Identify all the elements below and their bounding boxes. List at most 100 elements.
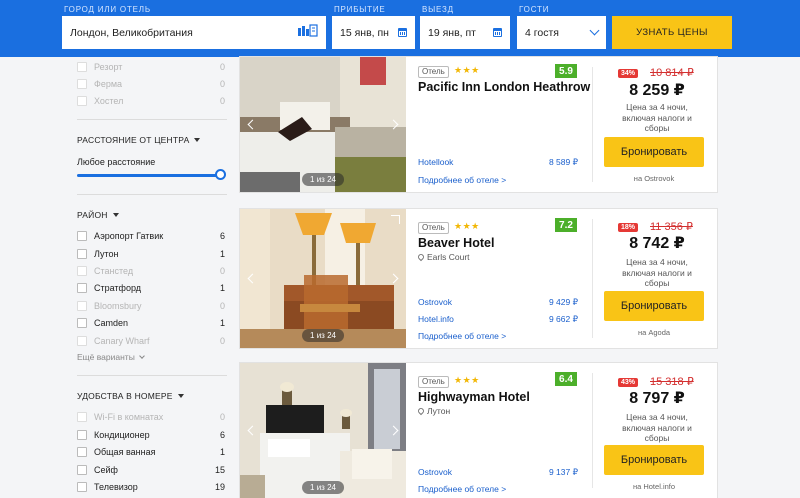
checkbox[interactable]	[77, 412, 87, 422]
property-type-badge: Отель	[418, 66, 449, 78]
map-icon[interactable]	[298, 24, 318, 41]
filter-count: 0	[219, 301, 225, 311]
provider-name: Ostrovok	[418, 467, 453, 477]
hotel-name[interactable]: Highwayman Hotel	[418, 390, 530, 404]
discount-badge: 43%	[618, 378, 639, 387]
filter-count: 1	[219, 283, 225, 293]
filter-safe[interactable]: Сейф 15	[77, 462, 225, 478]
distance-slider-handle[interactable]	[215, 169, 226, 180]
filter-count: 19	[214, 482, 225, 492]
hotel-location: Лутон	[416, 406, 450, 416]
hotel-photo[interactable]: 1 из 24	[240, 363, 406, 498]
checkin-field[interactable]: 15 янв, пн	[332, 16, 415, 49]
rating-score-badge: 5.9	[555, 64, 577, 78]
filter-count: 0	[219, 412, 225, 422]
filter-label: Сейф	[94, 465, 118, 475]
distance-slider-track[interactable]	[77, 174, 219, 177]
filter-tv[interactable]: Телевизор 19	[77, 479, 225, 495]
destination-label: ГОРОД ИЛИ ОТЕЛЬ	[64, 5, 151, 14]
filter-hostel[interactable]: Хостел 0	[77, 93, 225, 109]
book-button[interactable]: Бронировать	[604, 291, 704, 321]
photo-counter: 1 из 24	[302, 329, 344, 342]
book-button[interactable]: Бронировать	[604, 137, 704, 167]
hotel-card[interactable]: 1 из 24 Отель ★★★ 5.9 Pacific Inn London…	[239, 56, 718, 193]
discount-badge: 34%	[618, 69, 639, 78]
filter-label: Хостел	[94, 96, 124, 106]
search-button[interactable]: УЗНАТЬ ЦЕНЫ	[612, 16, 732, 49]
checkout-field[interactable]: 19 янв, пт	[420, 16, 510, 49]
hotel-details-link[interactable]: Подробнее об отеле >	[418, 331, 506, 341]
provider-name: Hotel.info	[418, 314, 454, 324]
hotel-name[interactable]: Beaver Hotel	[418, 236, 494, 250]
checkbox[interactable]	[77, 301, 87, 311]
checkbox[interactable]	[77, 447, 87, 457]
book-button[interactable]: Бронировать	[604, 445, 704, 475]
hotel-details-link[interactable]: Подробнее об отеле >	[418, 484, 506, 494]
checkbox[interactable]	[77, 318, 87, 328]
expand-icon[interactable]	[391, 215, 400, 224]
checkin-value: 15 янв, пн	[340, 26, 389, 39]
filter-canary-wharf[interactable]: Canary Wharf 0	[77, 333, 225, 349]
filter-aircon[interactable]: Кондиционер 6	[77, 427, 225, 443]
price-note: Цена за 4 ночи, включая налоги и сборы	[622, 412, 692, 443]
provider-price-row[interactable]: Hotel.info 9 662 ₽	[418, 314, 578, 325]
property-type-badge: Отель	[418, 376, 449, 388]
provider-price: 9 137 ₽	[548, 467, 578, 477]
filter-shared-bath[interactable]: Общая ванная 1	[77, 444, 225, 460]
checkbox[interactable]	[77, 249, 87, 259]
filter-bloomsbury[interactable]: Bloomsbury 0	[77, 298, 225, 314]
hotel-card[interactable]: 1 из 24 Отель ★★★ 6.4 Highwayman Hotel Л…	[239, 362, 718, 498]
location-pin-icon	[416, 252, 426, 262]
checkbox[interactable]	[77, 62, 87, 72]
guests-select[interactable]: 4 гостя	[517, 16, 606, 49]
filter-camden[interactable]: Camden 1	[77, 315, 225, 331]
provider-price-row[interactable]: Hotellook 8 589 ₽	[418, 157, 578, 168]
hotel-info: Отель ★★★ 6.4 Highwayman Hotel Лутон Ost…	[416, 363, 586, 498]
provider-price: 9 662 ₽	[548, 314, 578, 324]
filter-luton[interactable]: Лутон 1	[77, 246, 225, 262]
filter-resort[interactable]: Резорт 0	[77, 59, 225, 75]
booking-source: на Ostrovok	[633, 174, 675, 183]
hotel-photo[interactable]: 1 из 24	[240, 209, 406, 348]
divider	[592, 67, 593, 182]
filter-label: Canary Wharf	[94, 336, 150, 346]
checkbox[interactable]	[77, 482, 87, 492]
more-options-link[interactable]: Ещё варианты	[77, 352, 145, 362]
filter-label: Wi-Fi в комнатах	[94, 412, 164, 422]
provider-name: Ostrovok	[418, 297, 453, 307]
filter-gatwick[interactable]: Аэропорт Гатвик 6	[77, 228, 225, 244]
filter-farm[interactable]: Ферма 0	[77, 76, 225, 92]
provider-price-row[interactable]: Ostrovok 9 429 ₽	[418, 297, 578, 308]
destination-value: Лондон, Великобритания	[70, 26, 193, 39]
hotel-photo[interactable]: 1 из 24	[240, 57, 406, 192]
current-price: 8 259 ₽	[629, 82, 685, 99]
amenities-heading[interactable]: УДОБСТВА В НОМЕРЕ	[77, 391, 184, 401]
triangle-down-icon	[194, 138, 201, 142]
current-price: 8 797 ₽	[629, 390, 685, 407]
filter-stratford[interactable]: Стратфорд 1	[77, 280, 225, 296]
district-heading[interactable]: РАЙОН	[77, 210, 119, 220]
hotel-details-link[interactable]: Подробнее об отеле >	[418, 175, 506, 185]
checkbox[interactable]	[77, 96, 87, 106]
destination-field[interactable]: Лондон, Великобритания	[62, 16, 326, 49]
hotel-info: Отель ★★★ 7.2 Beaver Hotel Earls Court O…	[416, 209, 586, 348]
divider	[77, 119, 227, 120]
hotel-card[interactable]: 1 из 24 Отель ★★★ 7.2 Beaver Hotel Earls…	[239, 208, 718, 349]
checkbox[interactable]	[77, 283, 87, 293]
checkbox[interactable]	[77, 465, 87, 475]
checkbox[interactable]	[77, 336, 87, 346]
checkbox[interactable]	[77, 231, 87, 241]
filter-stansted[interactable]: Станстед 0	[77, 263, 225, 279]
checkbox[interactable]	[77, 79, 87, 89]
checkbox[interactable]	[77, 266, 87, 276]
distance-heading[interactable]: РАССТОЯНИЕ ОТ ЦЕНТРА	[77, 135, 201, 145]
provider-price-row[interactable]: Ostrovok 9 137 ₽	[418, 467, 578, 478]
checkbox[interactable]	[77, 430, 87, 440]
chevron-down-icon	[138, 352, 145, 359]
old-price: 15 318 ₽	[650, 376, 694, 388]
filter-label: Camden	[94, 318, 129, 328]
filter-wifi[interactable]: Wi-Fi в комнатах 0	[77, 409, 225, 425]
hotel-name[interactable]: Pacific Inn London Heathrow	[418, 80, 590, 94]
section-title: РАССТОЯНИЕ ОТ ЦЕНТРА	[77, 135, 190, 145]
current-price: 8 742 ₽	[629, 235, 685, 252]
